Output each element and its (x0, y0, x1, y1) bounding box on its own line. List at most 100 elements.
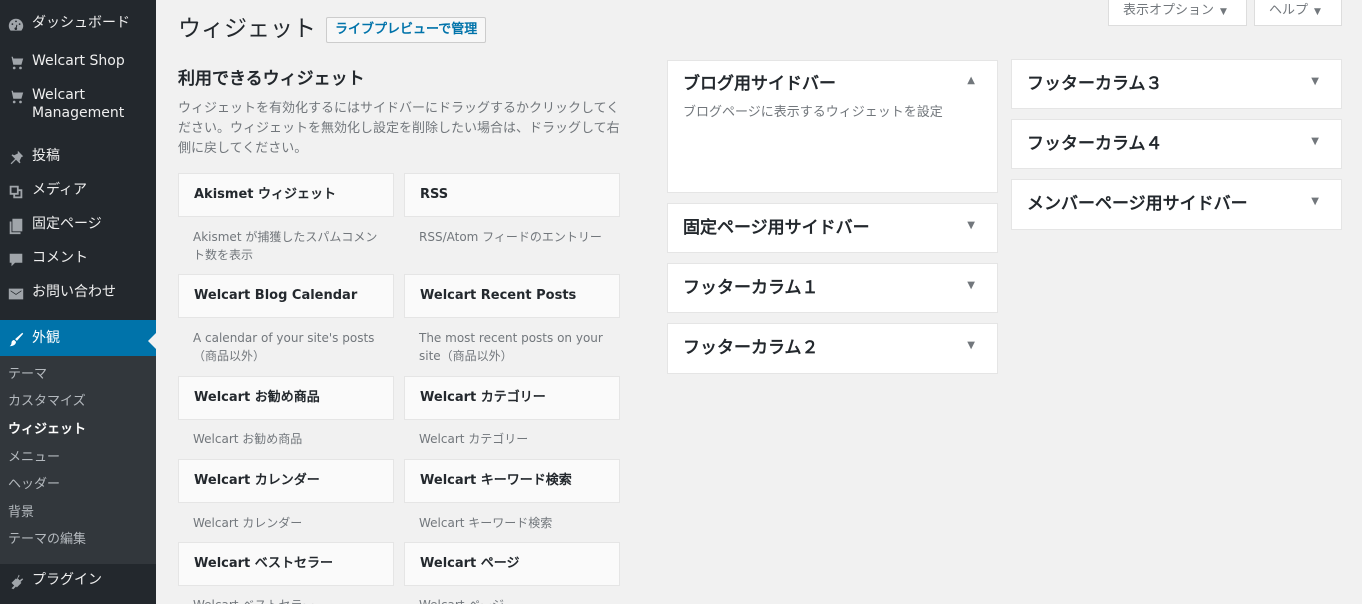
submenu-item-customize[interactable]: カスタマイズ (8, 393, 86, 411)
menu-welcart-management[interactable]: Welcart Management (0, 86, 156, 122)
widget-recent-posts[interactable]: Welcart Recent Posts (404, 274, 620, 318)
help-label: ヘルプ (1269, 3, 1309, 18)
available-widgets-description: ウィジェットを有効化するにはサイドバーにドラッグするかクリックしてください。ウィ… (178, 101, 620, 156)
menu-welcart-shop[interactable]: Welcart Shop (0, 52, 156, 72)
sidebar-area-title: ブログ用サイドバー (683, 74, 836, 94)
widget-description: Welcart カレンダー (193, 516, 303, 530)
help-button[interactable]: ヘルプ ▼ (1254, 0, 1342, 26)
mail-icon (0, 283, 32, 303)
widget-title: Akismet ウィジェット (194, 187, 337, 202)
chevron-down-icon: ▼ (1220, 7, 1227, 17)
menu-pages[interactable]: 固定ページ (0, 215, 156, 235)
widget-page[interactable]: Welcart ページ (404, 542, 620, 586)
widget-title: Welcart ページ (420, 556, 520, 571)
widget-title: Welcart ベストセラー (194, 556, 334, 571)
chevron-up-icon[interactable]: ▲ (967, 75, 975, 86)
sidebar-area-footer-3[interactable]: フッターカラム３ ▼ (1011, 59, 1342, 109)
submenu-item-theme-editor[interactable]: テーマの編集 (8, 531, 86, 549)
menu-label: Welcart Shop (32, 53, 125, 69)
sidebar-area-footer-4[interactable]: フッターカラム４ ▼ (1011, 119, 1342, 169)
admin-sidebar: ダッシュボード Welcart Shop Welcart Management … (0, 0, 156, 604)
plugin-icon (0, 571, 32, 591)
submenu-item-themes[interactable]: テーマ (8, 366, 47, 384)
sidebar-area-blog[interactable]: ブログ用サイドバー ▲ ブログページに表示するウィジェットを設定 (667, 60, 998, 193)
page-title: ウィジェット (178, 16, 316, 42)
sidebar-area-footer-2[interactable]: フッターカラム２ ▼ (667, 323, 998, 374)
widget-title: Welcart Recent Posts (420, 288, 577, 303)
widget-title: Welcart カレンダー (194, 473, 320, 488)
sidebar-area-page[interactable]: 固定ページ用サイドバー ▼ (667, 203, 998, 253)
menu-media[interactable]: メディア (0, 181, 156, 201)
widget-title: Welcart お勧め商品 (194, 390, 320, 405)
menu-appearance[interactable]: 外観 (0, 320, 156, 356)
cart-icon (0, 52, 32, 72)
widget-description: Welcart ベストセラー (193, 596, 389, 604)
chevron-down-icon[interactable]: ▼ (1311, 76, 1319, 87)
widget-title: Welcart Blog Calendar (194, 288, 358, 303)
menu-label: 投稿 (32, 148, 60, 164)
widget-calendar[interactable]: Welcart カレンダー (178, 459, 394, 503)
widget-description: A calendar of your site's posts（商品以外） (193, 331, 375, 363)
live-preview-button[interactable]: ライブプレビューで管理 (326, 17, 487, 43)
menu-comments[interactable]: コメント (0, 249, 156, 269)
widget-rss[interactable]: RSS (404, 173, 620, 217)
widget-title: Welcart カテゴリー (420, 390, 546, 405)
sidebar-area-title: フッターカラム１ (683, 278, 819, 298)
current-menu-arrow (148, 333, 156, 349)
menu-posts[interactable]: 投稿 (0, 147, 156, 167)
menu-label: メディア (32, 182, 88, 198)
menu-label: 固定ページ (32, 216, 102, 232)
widget-title: RSS (420, 187, 449, 202)
menu-label: Welcart Management (32, 87, 125, 121)
chevron-down-icon[interactable]: ▼ (967, 340, 975, 351)
submenu-item-background[interactable]: 背景 (8, 504, 34, 522)
screen-options-label: 表示オプション (1123, 3, 1215, 18)
widget-description: RSS/Atom フィードのエントリー (419, 230, 602, 244)
chevron-down-icon[interactable]: ▼ (967, 220, 975, 231)
sidebar-area-title: フッターカラム２ (683, 338, 819, 358)
sidebar-area-member[interactable]: メンバーページ用サイドバー ▼ (1011, 179, 1342, 230)
sidebar-area-footer-1[interactable]: フッターカラム１ ▼ (667, 263, 998, 313)
media-icon (0, 181, 32, 201)
brush-icon (0, 329, 32, 349)
chevron-down-icon[interactable]: ▼ (967, 280, 975, 291)
sidebar-area-title: 固定ページ用サイドバー (683, 218, 870, 238)
sidebar-area-title: フッターカラム４ (1027, 134, 1163, 154)
menu-label: 外観 (32, 330, 60, 346)
dashboard-icon (0, 14, 32, 34)
menu-contact[interactable]: お問い合わせ (0, 283, 156, 303)
widget-title: Welcart キーワード検索 (420, 473, 572, 488)
chevron-down-icon: ▼ (1314, 7, 1321, 17)
available-widgets-title: 利用できるウィジェット (178, 69, 365, 89)
widget-bestseller[interactable]: Welcart ベストセラー (178, 542, 394, 586)
widget-recommended-items[interactable]: Welcart お勧め商品 (178, 376, 394, 420)
comment-icon (0, 249, 32, 269)
widget-akismet[interactable]: Akismet ウィジェット (178, 173, 394, 217)
widget-description: Akismet が捕獲したスパムコメント数を表示 (193, 230, 378, 262)
submenu-item-header[interactable]: ヘッダー (8, 476, 60, 494)
submenu-item-menus[interactable]: メニュー (8, 449, 60, 467)
widget-category[interactable]: Welcart カテゴリー (404, 376, 620, 420)
chevron-down-icon[interactable]: ▼ (1311, 196, 1319, 207)
widget-description: The most recent posts on your site（商品以外） (419, 331, 603, 363)
widget-description: Welcart カテゴリー (419, 432, 529, 446)
menu-label: プラグイン (32, 572, 102, 588)
cart-icon (0, 86, 32, 106)
sidebar-area-description: ブログページに表示するウィジェットを設定 (683, 105, 943, 120)
screen-options-button[interactable]: 表示オプション ▼ (1108, 0, 1247, 26)
submenu-item-widgets[interactable]: ウィジェット (8, 421, 86, 439)
widget-keyword-search[interactable]: Welcart キーワード検索 (404, 459, 620, 503)
menu-label: ダッシュボード (32, 15, 130, 31)
chevron-down-icon[interactable]: ▼ (1311, 136, 1319, 147)
widget-description: Welcart ページ (419, 596, 615, 604)
menu-dashboard[interactable]: ダッシュボード (0, 14, 156, 34)
page-icon (0, 215, 32, 235)
sidebar-area-title: メンバーページ用サイドバー (1027, 194, 1248, 214)
menu-plugins[interactable]: プラグイン (0, 571, 156, 591)
pin-icon (0, 147, 32, 167)
menu-label: コメント (32, 250, 88, 266)
appearance-submenu: テーマ カスタマイズ ウィジェット メニュー ヘッダー 背景 テーマの編集 (0, 356, 156, 564)
widget-description: Welcart お勧め商品 (193, 432, 303, 446)
widget-blog-calendar[interactable]: Welcart Blog Calendar (178, 274, 394, 318)
menu-label: お問い合わせ (32, 284, 116, 300)
